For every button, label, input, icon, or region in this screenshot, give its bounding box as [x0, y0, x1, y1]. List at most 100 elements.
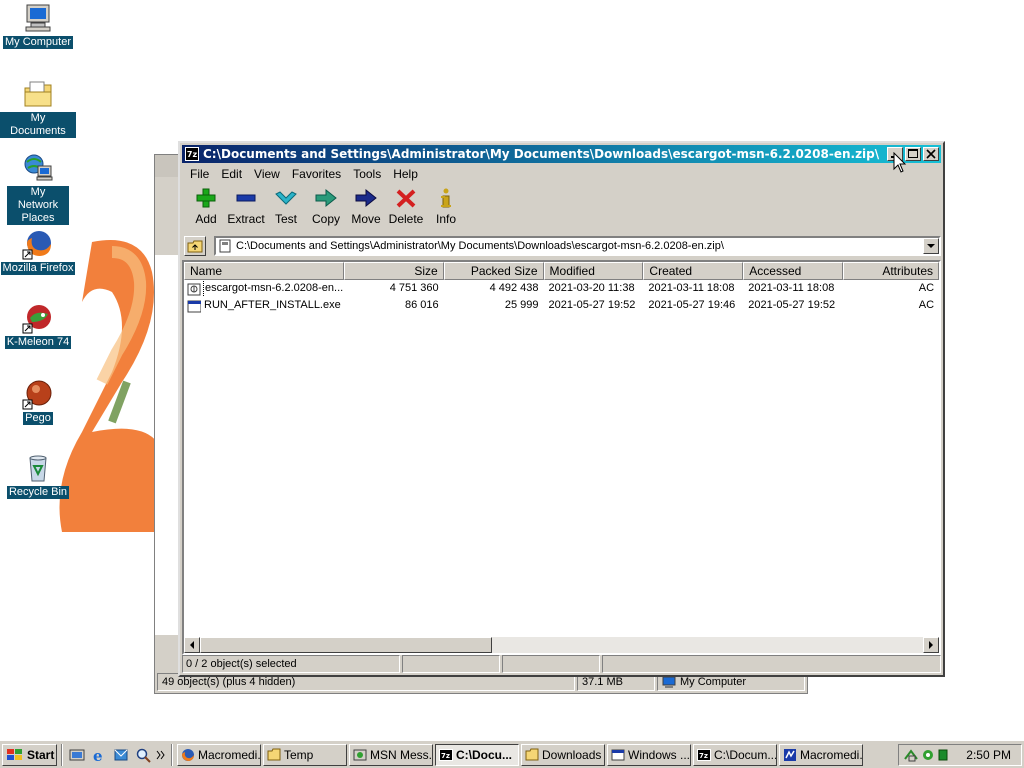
task-button-7zip-active[interactable]: 7z C:\Docu...	[435, 743, 519, 766]
firefox-icon	[182, 748, 194, 761]
status-cell-2	[402, 655, 500, 673]
cell-attributes: AC	[918, 299, 935, 311]
desktop-icon-recycle-bin[interactable]: Recycle Bin	[0, 452, 76, 499]
desktop-icon-label: My Documents	[0, 112, 76, 138]
scroll-left-button[interactable]	[184, 637, 200, 653]
status-bar: 0 / 2 object(s) selected	[182, 655, 941, 673]
toolbar: Add Extract Test Copy Move Delete Info	[186, 187, 466, 229]
task-button-msn-messenger[interactable]: MSN Mess...	[349, 743, 433, 766]
move-label: Move	[351, 212, 381, 226]
cell-packed-size: 4 492 438	[489, 282, 539, 294]
cell-attributes: AC	[918, 282, 935, 294]
desktop-icon-label: Mozilla Firefox	[0, 262, 76, 275]
close-button[interactable]	[923, 147, 939, 161]
cell-created: 2021-03-11 18:08	[648, 282, 735, 294]
column-attributes[interactable]: Attributes	[843, 262, 939, 280]
address-text: C:\Documents and Settings\Administrator\…	[236, 240, 724, 252]
arrow-right-icon	[929, 641, 933, 649]
7zip-icon: 7z	[439, 748, 453, 761]
maximize-button[interactable]	[905, 147, 921, 161]
scrollbar-thumb[interactable]	[200, 637, 492, 653]
folder-documents-icon	[22, 78, 54, 110]
add-label: Add	[195, 212, 217, 226]
task-button-macromedia-2[interactable]: Macromedi...	[779, 743, 863, 766]
quicklaunch-outlook[interactable]	[111, 744, 131, 766]
menu-view[interactable]: View	[248, 165, 286, 183]
cell-created: 2021-05-27 19:46	[648, 299, 736, 311]
task-button-macromedia-1[interactable]: Macromedi...	[177, 743, 261, 766]
cell-name: RUN_AFTER_INSTALL.exe	[184, 297, 344, 314]
column-packed-size[interactable]: Packed Size	[443, 262, 544, 280]
chevron-double-right-icon	[156, 750, 165, 759]
task-button-downloads[interactable]: Downloads	[521, 743, 605, 766]
quicklaunch-more-button[interactable]	[155, 744, 167, 766]
quicklaunch-search[interactable]	[133, 744, 153, 766]
status-tray-icon[interactable]	[937, 747, 949, 763]
menu-file[interactable]: File	[184, 165, 215, 183]
task-button-7zip-2[interactable]: 7z C:\Docum...	[693, 743, 777, 766]
quicklaunch-internet-explorer[interactable]: e	[89, 744, 109, 766]
info-button[interactable]: Info	[426, 187, 466, 229]
search-icon	[136, 748, 151, 763]
column-size[interactable]: Size	[343, 262, 444, 280]
svg-text:e: e	[93, 747, 103, 763]
column-created[interactable]: Created	[643, 262, 744, 280]
info-label: Info	[435, 212, 456, 226]
desktop-icon-label: Pego	[23, 412, 53, 425]
network-tray-icon[interactable]	[903, 747, 919, 763]
column-modified[interactable]: Modified	[543, 262, 644, 280]
start-label: Start	[27, 747, 55, 762]
desktop-icon-my-network-places[interactable]: My Network Places	[0, 152, 76, 225]
address-field[interactable]: C:\Documents and Settings\Administrator\…	[214, 236, 941, 256]
table-row[interactable]: escargot-msn-6.2.0208-en.... 4 751 360 4…	[184, 280, 939, 297]
window-title: C:\Documents and Settings\Administrator\…	[203, 147, 880, 161]
folder-up-icon	[187, 240, 203, 253]
msn-messenger-icon	[353, 749, 367, 760]
horizontal-scrollbar[interactable]	[184, 637, 939, 653]
exe-file-icon	[187, 300, 201, 312]
pego-icon	[22, 378, 54, 410]
column-accessed[interactable]: Accessed	[743, 262, 844, 280]
maximize-icon	[908, 149, 918, 158]
start-button[interactable]: Start	[2, 743, 57, 766]
window-icon	[611, 749, 625, 760]
svg-text:7z: 7z	[441, 752, 450, 760]
desktop-icon-my-documents[interactable]: My Documents	[0, 78, 76, 138]
task-button-windows[interactable]: Windows ...	[607, 743, 691, 766]
scroll-right-button[interactable]	[923, 637, 939, 653]
menu-favorites[interactable]: Favorites	[286, 165, 347, 183]
7zip-icon: 7z	[697, 748, 711, 761]
window-titlebar[interactable]: 7z C:\Documents and Settings\Administrat…	[182, 145, 941, 163]
delete-x-icon	[396, 189, 416, 208]
file-list[interactable]: Name Size Packed Size Modified Created A…	[182, 260, 941, 655]
extract-label: Extract	[227, 212, 265, 226]
windows-logo-icon	[7, 748, 22, 760]
delete-button[interactable]: Delete	[386, 187, 426, 229]
menu-tools[interactable]: Tools	[347, 165, 387, 183]
test-button[interactable]: Test	[266, 187, 306, 229]
desktop-icon-my-computer[interactable]: My Computer	[0, 2, 76, 49]
menu-edit[interactable]: Edit	[215, 165, 248, 183]
desktop-icon-mozilla-firefox[interactable]: Mozilla Firefox	[0, 228, 76, 275]
installer-file-icon	[187, 283, 201, 295]
computer-icon	[22, 2, 54, 34]
extract-button[interactable]: Extract	[226, 187, 266, 229]
clock[interactable]: 2:50 PM	[966, 748, 1011, 762]
chevron-down-icon	[927, 244, 935, 248]
menu-help[interactable]: Help	[387, 165, 424, 183]
address-dropdown-button[interactable]	[923, 238, 939, 254]
menu-bar: File Edit View Favorites Tools Help	[184, 165, 424, 183]
column-name[interactable]: Name	[184, 262, 344, 280]
desktop-icon-label: My Computer	[2, 36, 74, 49]
task-button-temp[interactable]: Temp	[263, 743, 347, 766]
7zip-file-manager-window[interactable]: 7z C:\Documents and Settings\Administrat…	[178, 141, 945, 677]
quicklaunch-show-desktop[interactable]	[67, 744, 87, 766]
up-folder-button[interactable]	[184, 236, 206, 256]
move-button[interactable]: Move	[346, 187, 386, 229]
desktop-icon-k-meleon[interactable]: K-Meleon 74	[0, 302, 76, 349]
desktop-icon-pego[interactable]: Pego	[0, 378, 76, 425]
copy-button[interactable]: Copy	[306, 187, 346, 229]
msn-tray-icon[interactable]	[921, 747, 935, 763]
add-button[interactable]: Add	[186, 187, 226, 229]
table-row[interactable]: RUN_AFTER_INSTALL.exe 86 016 25 999 2021…	[184, 297, 939, 314]
